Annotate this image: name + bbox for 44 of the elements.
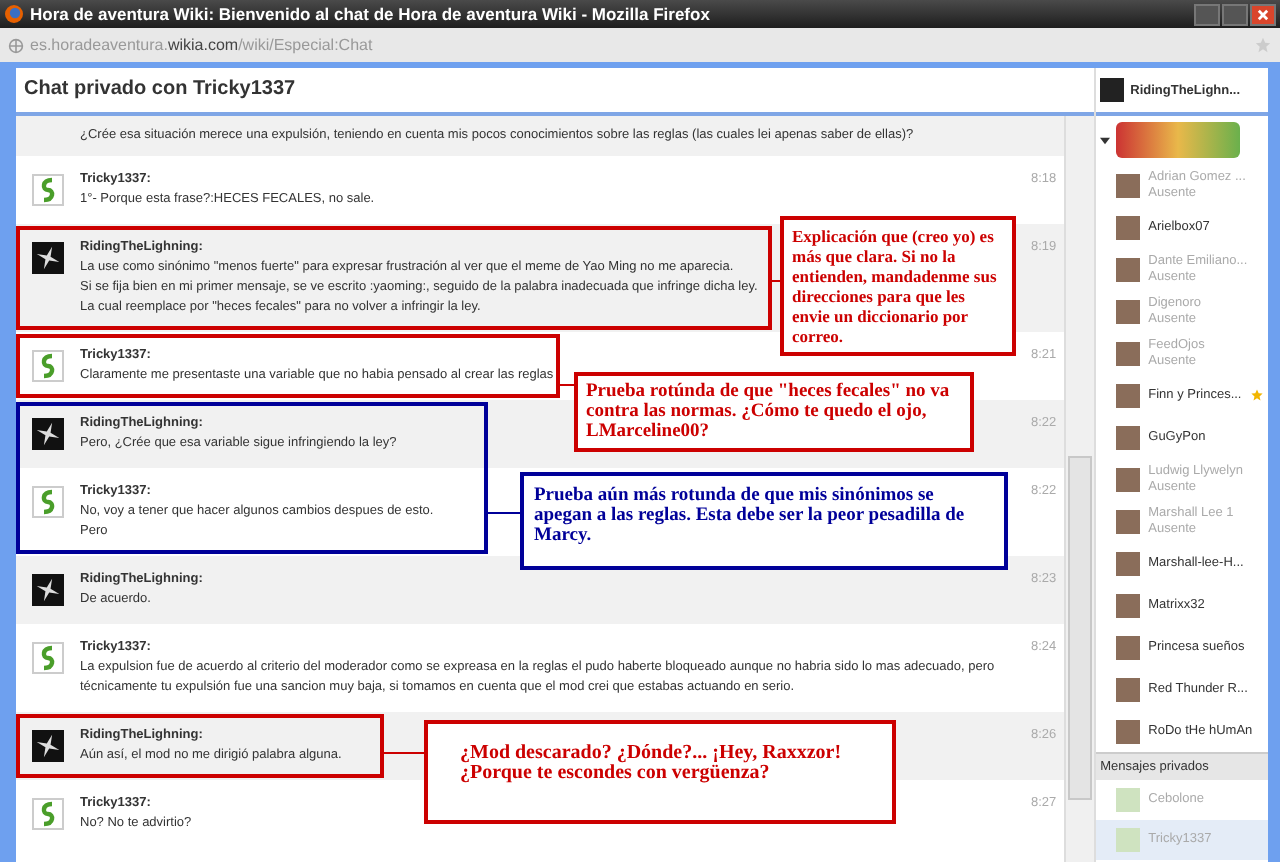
avatar-placeholder: [1100, 78, 1125, 102]
avatar-placeholder: [1116, 677, 1141, 701]
close-button[interactable]: [1250, 3, 1276, 25]
shuriken-avatar-icon: [32, 574, 64, 606]
annotation-box: Prueba aún más rotunda de que mis sinónimos se apegan a las reglas. Esta debe ser la peor pesadilla de Marcy.: [520, 472, 1008, 570]
leader-line: [488, 512, 520, 514]
globe-icon: [8, 37, 24, 53]
annotation-box: ¿Mod descarado? ¿Dónde?... ¡Hey, Raxxzor! ¿Porque te escondes con vergüenza?: [424, 720, 896, 824]
shuriken-avatar-icon: [32, 730, 64, 762]
wiki-logo-picture: [1116, 122, 1241, 158]
scroll-thumb[interactable]: [1068, 456, 1093, 800]
leader-line: [560, 384, 574, 386]
avatar-placeholder: [1116, 383, 1141, 407]
annotation-box: Prueba rotúnda de que "heces fecales" no va contra las normas. ¿Cómo te quedo el ojo, LMarceline00?: [574, 372, 974, 452]
avatar-placeholder: [1116, 173, 1141, 197]
avatar-placeholder: [1116, 467, 1141, 491]
avatar-placeholder: [1116, 593, 1141, 617]
avatar-placeholder: [1116, 635, 1141, 659]
swirl-avatar-icon: [32, 642, 64, 674]
avatar-placeholder: [1116, 425, 1141, 449]
avatar-placeholder: [1116, 719, 1141, 743]
annotation-box: Explicación que (creo yo) es más que clara. Si no la entienden, mandadenme sus direcciones para que les envie un diccionario por correo.: [780, 216, 1016, 356]
avatar-placeholder: [1116, 828, 1141, 852]
bookmark-star-icon[interactable]: [1254, 36, 1272, 54]
swirl-avatar-icon: [32, 350, 64, 382]
window-title: Hora de aventura Wiki: Bienvenido al chat de Hora de aventura Wiki - Mozilla Firefox: [30, 4, 712, 24]
avatar-placeholder: [1116, 257, 1141, 281]
swirl-avatar-icon: [32, 486, 64, 518]
avatar-placeholder: [1116, 215, 1141, 239]
avatar-placeholder: [1116, 509, 1141, 533]
avatar-placeholder: [1116, 299, 1141, 323]
swirl-avatar-icon: [32, 798, 64, 830]
shuriken-avatar-icon: [32, 242, 64, 274]
swirl-avatar-icon: [32, 174, 64, 206]
collapse-triangle-icon[interactable]: [1100, 135, 1111, 145]
avatar-placeholder: [1116, 551, 1141, 575]
shuriken-avatar-icon: [32, 418, 64, 450]
close-icon: [1256, 7, 1270, 21]
minimize-button[interactable]: [1194, 3, 1220, 25]
leader-line: [384, 752, 424, 754]
browser-logo-icon: [4, 4, 24, 24]
avatar-placeholder: [1116, 788, 1141, 812]
scrollbar[interactable]: [1064, 116, 1095, 862]
avatar-placeholder: [1116, 341, 1141, 365]
